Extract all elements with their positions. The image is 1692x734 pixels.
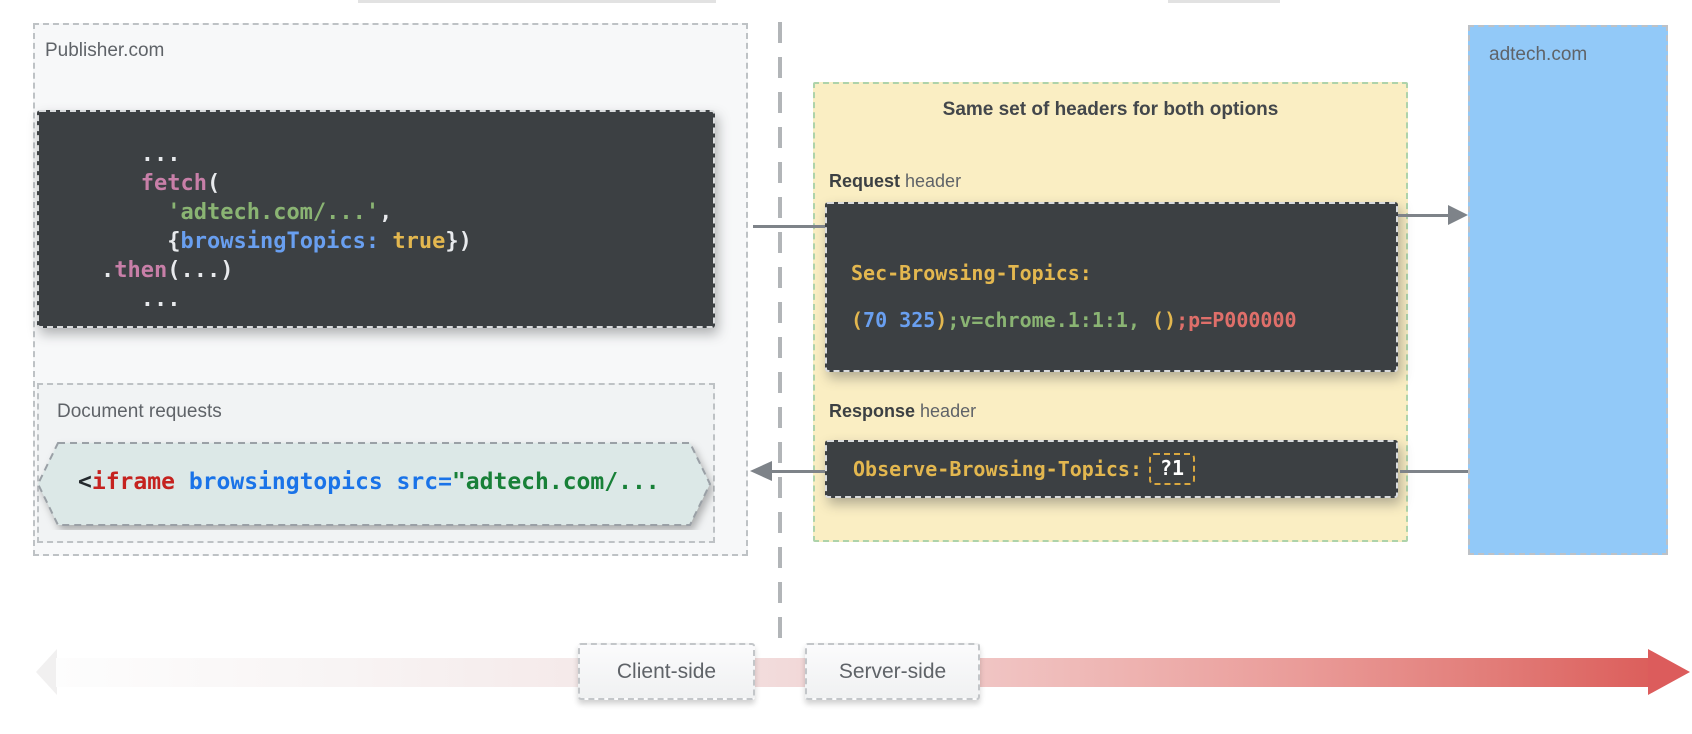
client-side-label-box: Client-side (578, 643, 755, 700)
code-line: ... (101, 285, 713, 314)
server-side-label: Server-side (839, 660, 946, 684)
response-to-publisher-line (772, 470, 825, 473)
topics-api-diagram: Publisher.com ... fetch( 'adtech.com/...… (0, 0, 1692, 734)
request-to-adtech-line (1398, 214, 1450, 217)
cropped-line-fragment (1168, 0, 1280, 3)
timeline-arrowhead-right (1648, 649, 1690, 695)
timeline-arrowhead-left (36, 649, 57, 695)
code-line: fetch( (101, 169, 713, 198)
headers-panel-title: Same set of headers for both options (813, 99, 1408, 121)
arrow-right-icon (1448, 205, 1468, 225)
arrow-left-icon (750, 461, 772, 481)
response-header-value-badge: ?1 (1149, 453, 1195, 485)
request-header-label: Request header (829, 171, 961, 192)
server-side-label-box: Server-side (805, 643, 980, 700)
response-header-block: Observe-Browsing-Topics: ?1 (825, 440, 1398, 498)
fetch-to-request-line (753, 225, 825, 228)
response-header-name: Observe-Browsing-Topics: (853, 457, 1142, 481)
request-header-block: Sec-Browsing-Topics: (70 325);v=chrome.1… (825, 202, 1398, 372)
document-requests-label: Document requests (57, 401, 222, 423)
response-header-label-rest: header (915, 401, 976, 421)
code-line: ... (101, 140, 713, 169)
code-line: 'adtech.com/...', (101, 198, 713, 227)
response-header-label-bold: Response (829, 401, 915, 421)
code-line: {browsingTopics: true}) (101, 227, 713, 256)
response-header-label: Response header (829, 401, 976, 422)
cropped-line-fragment (358, 0, 716, 3)
adtech-to-response-line (1400, 470, 1468, 473)
request-header-label-bold: Request (829, 171, 900, 191)
request-header-name: Sec-Browsing-Topics: (851, 250, 1396, 297)
request-header-label-rest: header (900, 171, 961, 191)
request-header-value: (70 325);v=chrome.1:1:1, ();p=P000000 (851, 297, 1396, 344)
iframe-code-text: <iframe browsingtopics src="adtech.com/.… (78, 467, 660, 497)
adtech-panel (1468, 25, 1668, 555)
code-line: .then(...) (101, 256, 713, 285)
client-server-divider (778, 22, 782, 648)
fetch-code-block: ... fetch( 'adtech.com/...', {browsingTo… (37, 110, 715, 328)
publisher-label: Publisher.com (45, 40, 164, 62)
adtech-label: adtech.com (1489, 44, 1587, 66)
client-side-label: Client-side (617, 660, 716, 684)
